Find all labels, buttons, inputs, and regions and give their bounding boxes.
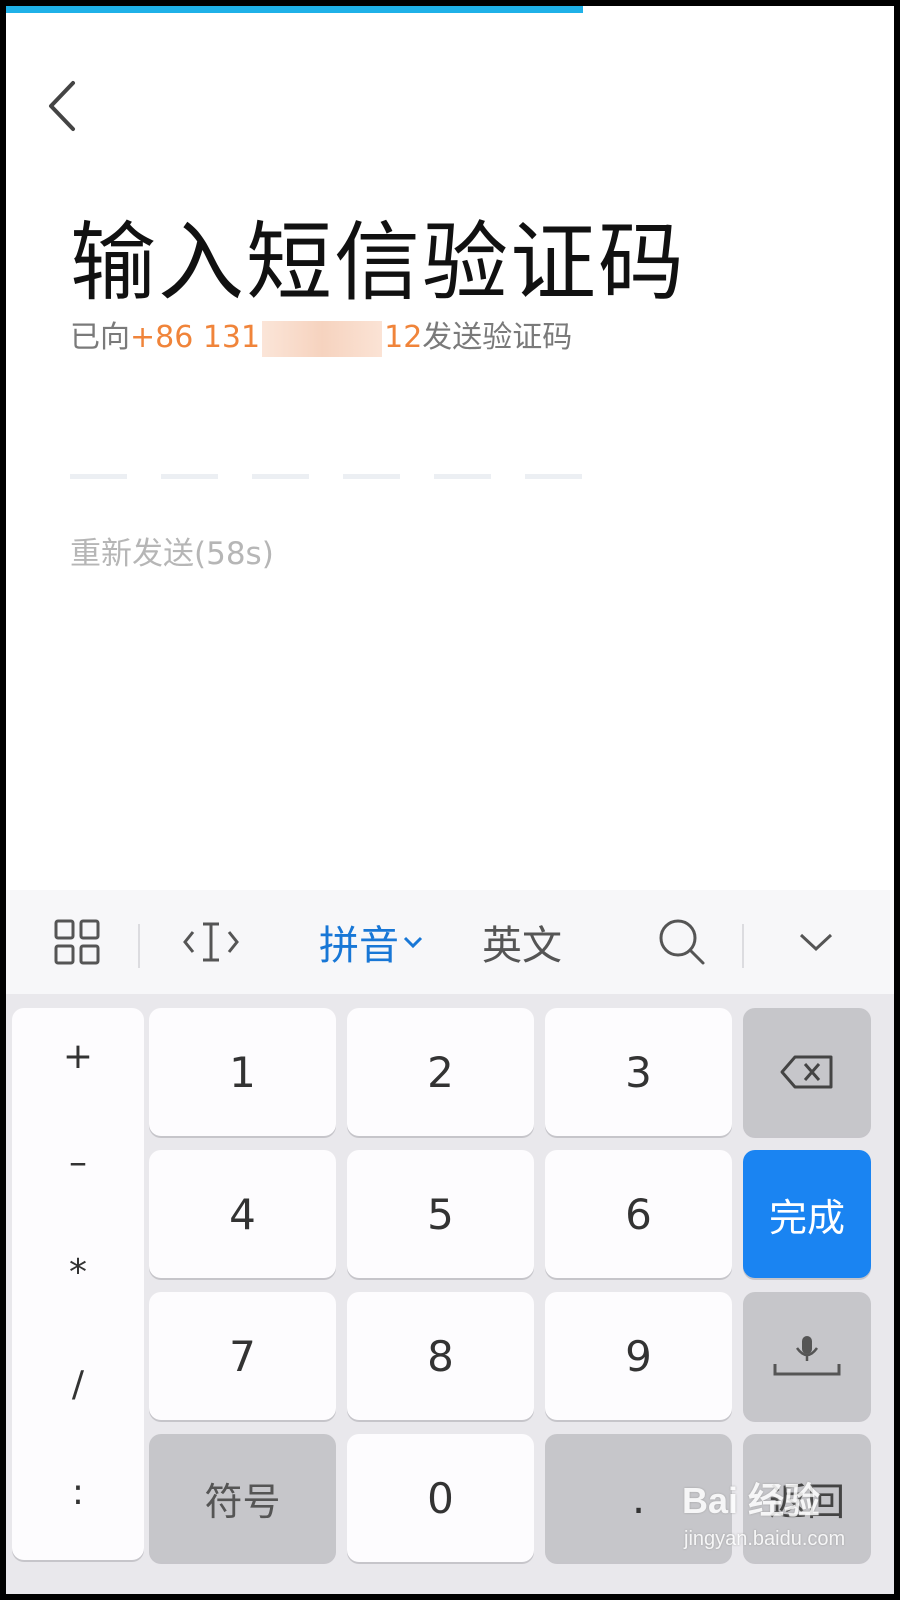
keyboard-menu-button[interactable] [32, 890, 122, 994]
collapse-keyboard-button[interactable] [776, 890, 856, 994]
symbol-key-colon[interactable]: : [12, 1472, 144, 1513]
symbol-key-minus[interactable]: – [12, 1142, 144, 1183]
cursor-button[interactable] [166, 890, 256, 994]
backspace-icon [780, 1055, 833, 1089]
chevron-down-icon [799, 933, 833, 952]
grid-icon [54, 919, 100, 965]
watermark-logo: Bai 经验 [682, 1480, 821, 1521]
chevron-left-icon [49, 81, 75, 131]
key-5[interactable]: 5 [347, 1150, 534, 1278]
subtitle-suffix: 发送验证码 [422, 320, 573, 355]
toolbar-divider [138, 924, 140, 968]
tab-pinyin[interactable]: 拼音 [306, 890, 436, 994]
key-1[interactable]: 1 [149, 1008, 336, 1136]
code-slot[interactable] [70, 474, 127, 479]
progress-fill [6, 6, 584, 13]
back-button[interactable] [32, 76, 92, 136]
key-6[interactable]: 6 [545, 1150, 732, 1278]
done-key-label: 完成 [768, 1195, 845, 1240]
tab-english-label: 英文 [482, 923, 562, 969]
symbol-key-plus[interactable]: + [12, 1036, 144, 1077]
key-0[interactable]: 0 [347, 1434, 534, 1562]
keyboard-toolbar: 拼音 英文 [6, 890, 894, 994]
symbol-key-slash[interactable]: / [12, 1364, 144, 1405]
backspace-key[interactable] [743, 1008, 871, 1136]
voice-space-key[interactable] [743, 1292, 871, 1420]
phone-redaction [262, 320, 383, 357]
search-icon [659, 919, 705, 965]
microphone-space-icon [773, 1336, 841, 1376]
text-cursor-icon [183, 922, 239, 962]
chevron-down-icon [403, 936, 423, 949]
tab-english[interactable]: 英文 [472, 890, 572, 994]
phone-suffix: 12 [384, 320, 423, 355]
toolbar-divider [742, 924, 744, 968]
screen: 输入短信验证码 已向+86 131 12发送验证码 重新发送(58s) 拼音 英… [6, 6, 894, 1594]
code-slot[interactable] [343, 474, 400, 479]
tab-pinyin-label: 拼音 [319, 923, 399, 969]
key-9[interactable]: 9 [545, 1292, 732, 1420]
code-slot[interactable] [525, 474, 582, 479]
symbol-column[interactable]: + – * / : [12, 1008, 144, 1560]
watermark-url: jingyan.baidu.com [684, 1528, 846, 1550]
key-4[interactable]: 4 [149, 1150, 336, 1278]
code-slot[interactable] [252, 474, 309, 479]
code-slot[interactable] [161, 474, 218, 479]
keyboard-search-button[interactable] [642, 890, 722, 994]
code-slot[interactable] [434, 474, 491, 479]
key-7[interactable]: 7 [149, 1292, 336, 1420]
subtitle-prefix: 已向 [70, 320, 130, 355]
watermark: Bai 经验 jingyan.baidu.com [676, 1472, 876, 1572]
key-8[interactable]: 8 [347, 1292, 534, 1420]
key-3[interactable]: 3 [545, 1008, 732, 1136]
code-input[interactable] [70, 474, 582, 479]
symbol-key-asterisk[interactable]: * [12, 1252, 144, 1293]
symbols-key[interactable]: 符号 [149, 1434, 336, 1562]
progress-bar [6, 6, 894, 13]
subtitle: 已向+86 131 12发送验证码 [70, 312, 572, 357]
key-2[interactable]: 2 [347, 1008, 534, 1136]
phone-prefix: +86 131 [130, 320, 261, 355]
symbols-key-label: 符号 [204, 1479, 281, 1524]
resend-countdown: 重新发送(58s) [70, 536, 274, 572]
done-key[interactable]: 完成 [743, 1150, 871, 1278]
page-title: 输入短信验证码 [70, 213, 686, 313]
